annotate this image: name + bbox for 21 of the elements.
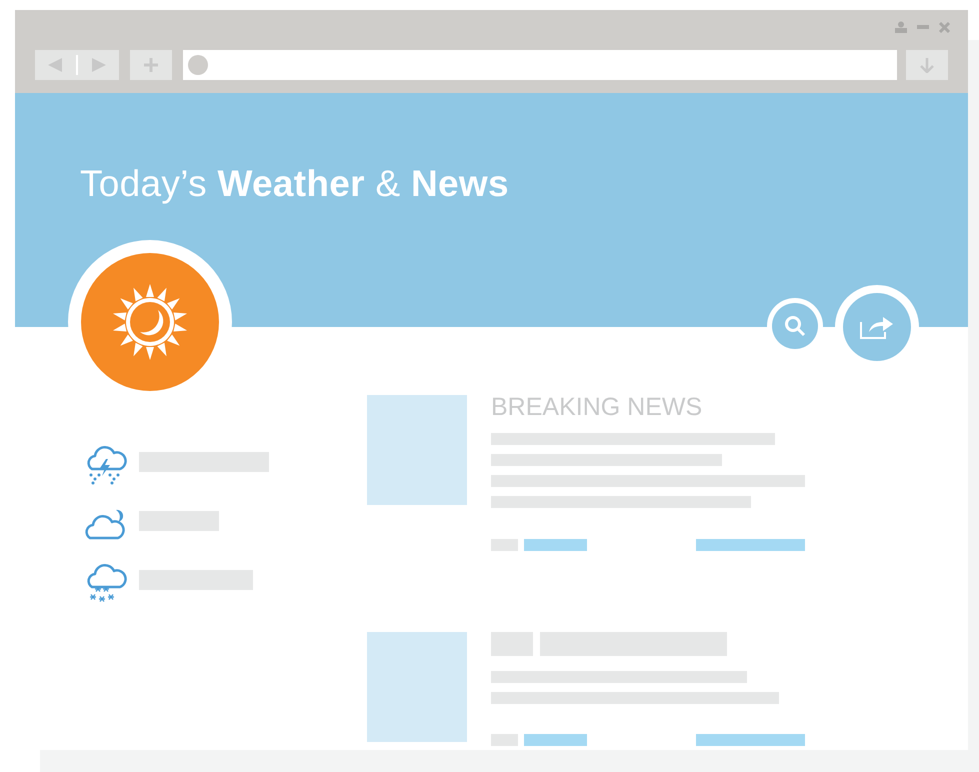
share-icon: [859, 314, 895, 340]
search-button[interactable]: [772, 303, 818, 349]
forward-arrow-icon: [92, 58, 106, 72]
new-tab-button[interactable]: [130, 50, 172, 80]
site-icon: [188, 55, 208, 75]
page-title: Today’s Weather & News: [80, 163, 510, 205]
link-placeholder[interactable]: [696, 734, 805, 746]
back-forward-button[interactable]: [35, 50, 119, 80]
share-button[interactable]: [843, 293, 911, 361]
link-placeholder[interactable]: [696, 539, 805, 551]
user-icon[interactable]: [895, 21, 907, 33]
plus-icon: [144, 58, 158, 72]
link-placeholder[interactable]: [524, 539, 587, 551]
close-icon[interactable]: [939, 22, 950, 32]
back-arrow-icon: [48, 58, 62, 72]
link-placeholder[interactable]: [524, 734, 587, 746]
search-icon: [784, 315, 806, 337]
address-bar[interactable]: [182, 50, 898, 80]
download-button[interactable]: [906, 50, 948, 80]
download-arrow-icon: [920, 58, 934, 72]
minimize-icon[interactable]: [917, 25, 929, 29]
